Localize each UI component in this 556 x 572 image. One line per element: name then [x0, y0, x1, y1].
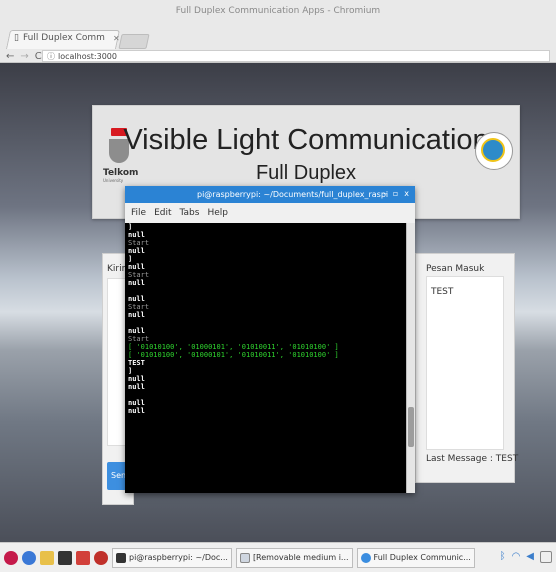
- globe-icon[interactable]: [22, 550, 36, 565]
- terminal-line: ]: [128, 223, 133, 231]
- folder-icon: [239, 552, 250, 563]
- minimize-icon[interactable]: –: [383, 189, 387, 198]
- task-chromium[interactable]: Full Duplex Communic...: [356, 547, 475, 568]
- terminal-title: pi@raspberrypi: ~/Documents/full_duplex_…: [197, 190, 389, 199]
- terminal-icon: [116, 552, 126, 563]
- last-message: Last Message : TEST: [426, 454, 519, 464]
- terminal-window[interactable]: pi@raspberrypi: ~/Documents/full_duplex_…: [125, 186, 415, 493]
- terminal-line: null: [128, 231, 145, 239]
- math-icon[interactable]: [76, 550, 90, 565]
- terminal-line: null: [128, 263, 145, 271]
- inbox-textarea[interactable]: TEST: [426, 276, 504, 450]
- bluetooth-icon[interactable]: ᛒ: [500, 551, 506, 563]
- task-terminal[interactable]: pi@raspberrypi: ~/Doc...: [112, 547, 232, 568]
- terminal-line: Start: [128, 303, 150, 311]
- wifi-icon[interactable]: ◠: [512, 551, 521, 563]
- terminal-output[interactable]: ] null Start null] null Start null null Start nul…: [125, 223, 407, 493]
- browser-chrome: Full Duplex Communication Apps - Chromiu…: [0, 0, 556, 63]
- terminal-line: null: [128, 295, 145, 303]
- window-controls: – ▫ x: [383, 189, 409, 198]
- taskbar: pi@raspberrypi: ~/Doc... [Removable medi…: [0, 542, 556, 572]
- menu-tabs[interactable]: Tabs: [180, 208, 200, 218]
- info-icon[interactable]: ⓘ: [47, 51, 55, 62]
- tab-close-icon[interactable]: ✕: [113, 34, 120, 43]
- address-bar[interactable]: ⓘ localhost:3000: [42, 50, 550, 62]
- forward-icon[interactable]: →: [20, 51, 28, 62]
- terminal-icon[interactable]: [58, 550, 72, 565]
- menu-file[interactable]: File: [131, 208, 146, 218]
- task-label: pi@raspberrypi: ~/Doc...: [129, 553, 228, 562]
- file-manager-icon[interactable]: [40, 550, 54, 565]
- terminal-line: null: [128, 247, 145, 255]
- terminal-line: null: [128, 279, 145, 287]
- maximize-icon[interactable]: ▫: [393, 189, 398, 198]
- terminal-line: null: [128, 375, 145, 383]
- terminal-line: null: [128, 383, 145, 391]
- tab-title: Full Duplex Comm: [22, 33, 105, 43]
- terminal-scrollbar[interactable]: [406, 223, 415, 493]
- system-tray: ᛒ ◠ ◀: [500, 551, 552, 563]
- terminal-line: [ '01010100', '01000101', '01010011', '0…: [128, 351, 339, 359]
- close-icon[interactable]: x: [404, 189, 409, 198]
- wolfram-icon[interactable]: [94, 550, 108, 565]
- terminal-line: Start: [128, 239, 150, 247]
- task-removable-medium[interactable]: [Removable medium i...: [235, 547, 353, 568]
- terminal-line: null: [128, 311, 145, 319]
- page-icon: ▯: [14, 33, 19, 43]
- url-text: localhost:3000: [58, 51, 117, 61]
- terminal-titlebar[interactable]: pi@raspberrypi: ~/Documents/full_duplex_…: [125, 186, 415, 203]
- chromium-icon: [360, 552, 371, 563]
- clock-icon[interactable]: [540, 551, 552, 563]
- reload-icon[interactable]: C: [35, 51, 42, 62]
- back-icon[interactable]: ←: [6, 51, 14, 62]
- terminal-line: ]: [128, 367, 133, 375]
- terminal-line: ]: [128, 255, 133, 263]
- new-tab-button[interactable]: [118, 34, 150, 49]
- terminal-line: null: [128, 407, 145, 415]
- task-label: [Removable medium i...: [252, 553, 349, 562]
- task-label: Full Duplex Communic...: [373, 553, 471, 562]
- emblem-icon: [475, 132, 513, 170]
- terminal-line: null: [128, 399, 145, 407]
- page-title: Visible Light Communication: [123, 124, 489, 156]
- menu-help[interactable]: Help: [207, 208, 228, 218]
- terminal-line: Start: [128, 271, 150, 279]
- inbox-title: Pesan Masuk: [426, 264, 485, 274]
- raspberry-menu-icon[interactable]: [4, 550, 18, 565]
- terminal-line: Start: [128, 335, 150, 343]
- volume-icon[interactable]: ◀: [526, 551, 534, 563]
- menu-edit[interactable]: Edit: [154, 208, 171, 218]
- terminal-line: [ '01010100', '01000101', '01010011', '0…: [128, 343, 339, 351]
- terminal-menubar: File Edit Tabs Help: [125, 203, 415, 223]
- terminal-line: null: [128, 327, 145, 335]
- terminal-line: TEST: [128, 359, 145, 367]
- inbox-panel: Pesan Masuk TEST Last Message : TEST: [415, 253, 519, 483]
- window-title: Full Duplex Communication Apps - Chromiu…: [175, 6, 381, 16]
- page-subtitle: Full Duplex: [255, 162, 357, 184]
- scrollbar-thumb[interactable]: [408, 407, 414, 447]
- tab-content[interactable]: ▯ Full Duplex Comm ✕: [14, 33, 120, 43]
